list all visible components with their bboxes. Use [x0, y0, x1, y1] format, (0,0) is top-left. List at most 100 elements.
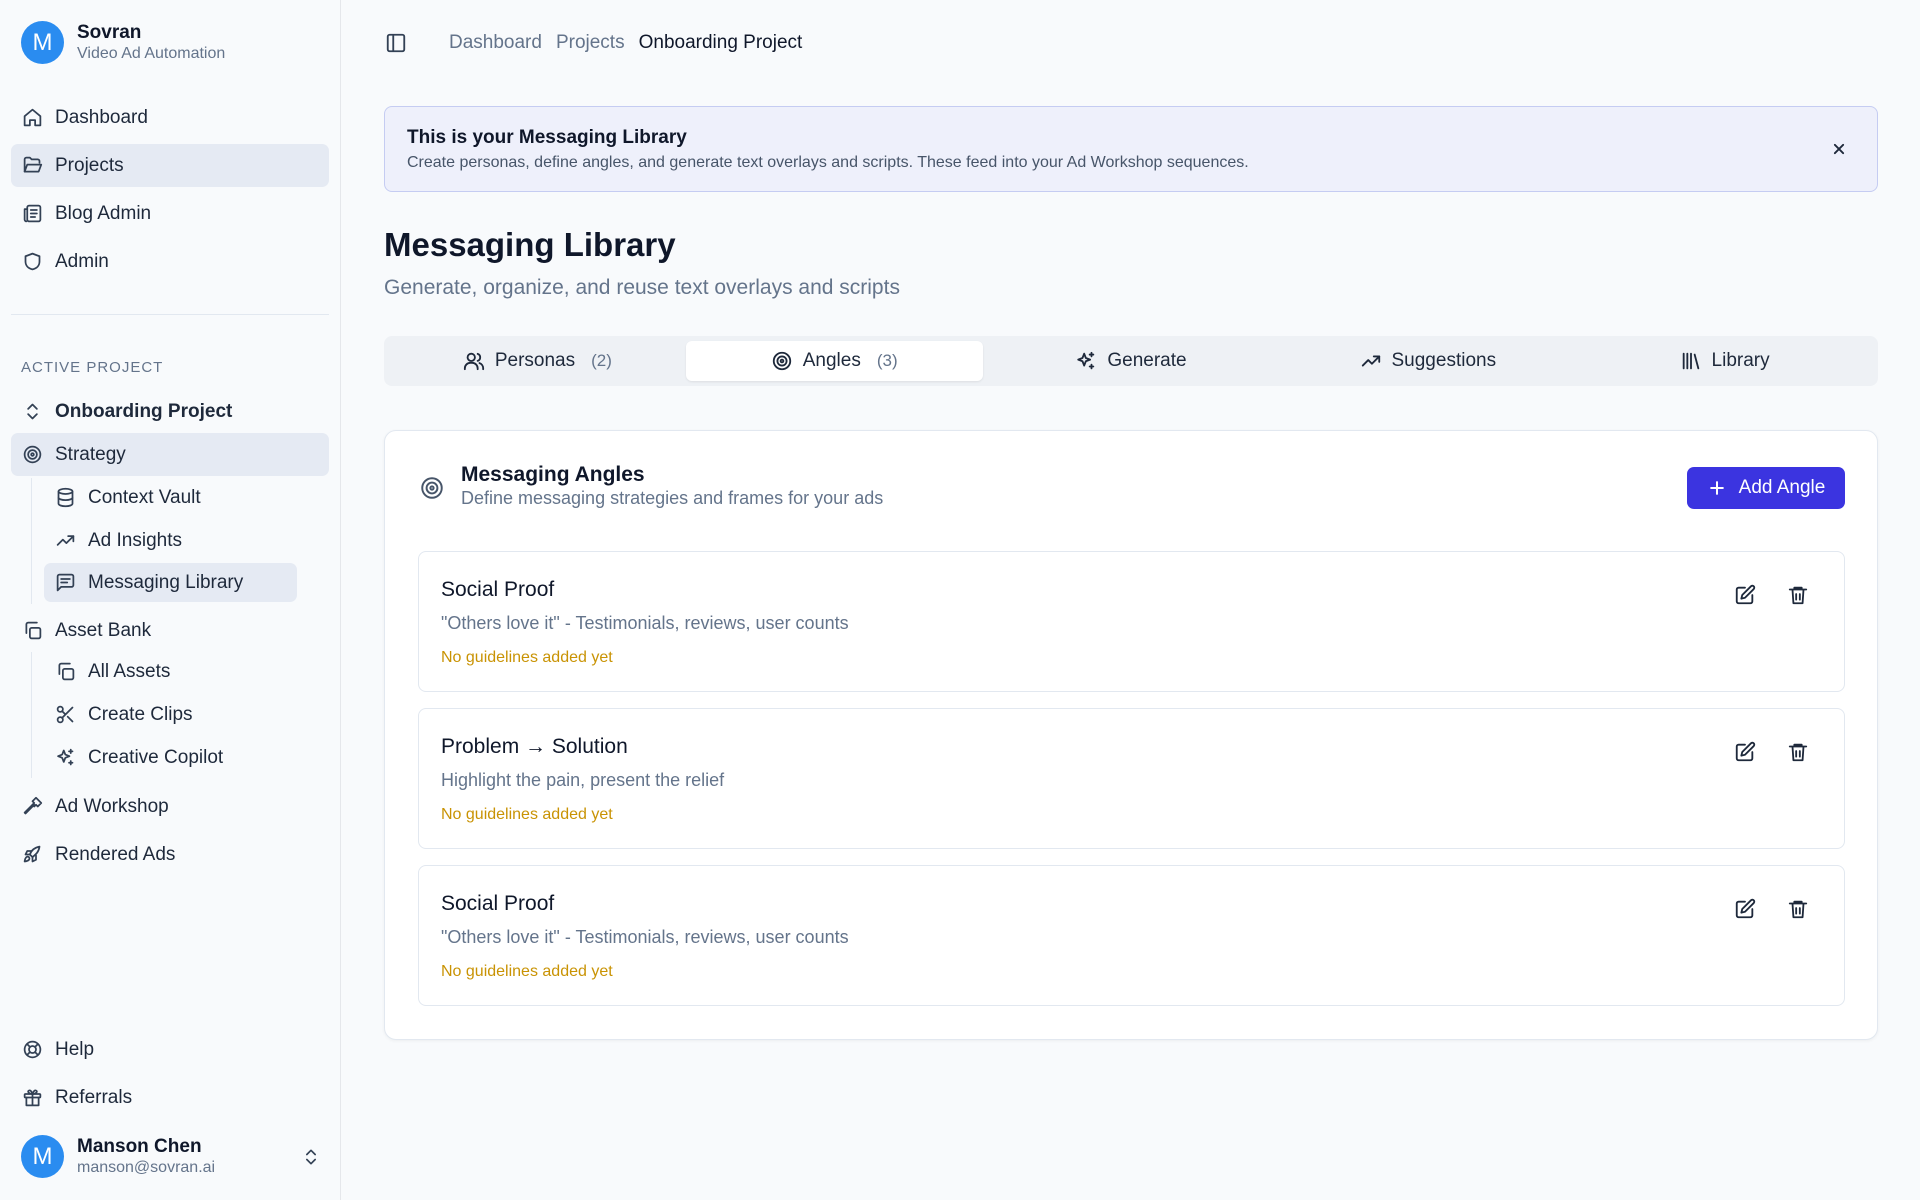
target-icon [771, 350, 793, 372]
trash-icon[interactable] [1787, 898, 1809, 920]
sidebar-item-rendered-ads[interactable]: Rendered Ads [11, 833, 329, 876]
project-name: Onboarding Project [55, 400, 233, 422]
breadcrumb-projects[interactable]: Projects [556, 32, 625, 54]
user-menu[interactable]: M Manson Chen manson@sovran.ai [21, 1135, 321, 1178]
sidebar-item-label: All Assets [88, 660, 171, 682]
banner-title: This is your Messaging Library [407, 127, 687, 148]
target-icon [22, 444, 43, 465]
sidebar-item-create-clips[interactable]: Create Clips [44, 695, 297, 734]
close-icon[interactable] [1829, 139, 1849, 159]
tab-generate[interactable]: Generate [983, 341, 1280, 381]
sidebar-item-label: Messaging Library [88, 571, 244, 593]
edit-icon[interactable] [1734, 584, 1756, 606]
sidebar-item-label: Create Clips [88, 703, 193, 725]
tab-angles[interactable]: Angles (3) [685, 341, 983, 381]
angle-name: Social Proof [441, 892, 555, 915]
copy-icon [22, 620, 43, 641]
banner-description: Create personas, define angles, and gene… [407, 154, 1249, 171]
angle-item: Social Proof "Others love it" - Testimon… [418, 551, 1845, 692]
tab-count: (3) [876, 351, 898, 370]
newspaper-icon [22, 203, 43, 224]
edit-icon[interactable] [1734, 741, 1756, 763]
rocket-icon [22, 844, 43, 865]
sidebar-item-referrals[interactable]: Referrals [11, 1076, 329, 1119]
tab-library[interactable]: Library [1576, 341, 1873, 381]
hammer-icon [22, 796, 43, 817]
angle-name: Problem → Solution [441, 735, 628, 758]
sparkles-icon [1075, 350, 1097, 372]
database-icon [55, 487, 76, 508]
sidebar-item-asset-bank[interactable]: Asset Bank [11, 609, 329, 652]
project-switcher[interactable]: Onboarding Project [11, 390, 329, 433]
brand-avatar: M [21, 21, 64, 64]
sidebar-item-label: Help [55, 1038, 95, 1060]
angle-name: Social Proof [441, 578, 555, 601]
tab-suggestions[interactable]: Suggestions [1279, 341, 1576, 381]
trending-up-icon [1360, 350, 1382, 372]
sidebar-item-admin[interactable]: Admin [11, 240, 329, 283]
sidebar: M Sovran Video Ad Automation Dashboard P… [0, 0, 341, 1200]
folder-open-icon [22, 155, 43, 176]
scissors-icon [55, 704, 76, 725]
shield-icon [22, 251, 43, 272]
sidebar-item-label: Referrals [55, 1086, 133, 1108]
sidebar-item-projects[interactable]: Projects [11, 144, 329, 187]
user-avatar: M [21, 1135, 64, 1178]
sidebar-item-help[interactable]: Help [11, 1028, 329, 1071]
chevrons-up-down-icon [301, 1147, 321, 1167]
add-angle-label: Add Angle [1738, 477, 1826, 498]
card-subtitle: Define messaging strategies and frames f… [461, 488, 884, 508]
sidebar-item-ad-workshop[interactable]: Ad Workshop [11, 785, 329, 828]
trash-icon[interactable] [1787, 741, 1809, 763]
card-title: Messaging Angles [461, 463, 645, 486]
info-banner: This is your Messaging Library Create pe… [384, 106, 1878, 192]
tree-line [31, 478, 32, 604]
user-email: manson@sovran.ai [77, 1158, 216, 1176]
user-name: Manson Chen [77, 1135, 202, 1157]
trending-up-icon [55, 530, 76, 551]
gift-icon [22, 1087, 43, 1108]
brand[interactable]: M Sovran Video Ad Automation [21, 21, 225, 64]
angle-description: "Others love it" - Testimonials, reviews… [441, 613, 849, 633]
sparkles-icon [55, 747, 76, 768]
add-angle-button[interactable]: Add Angle [1687, 467, 1845, 509]
angle-item: Social Proof "Others love it" - Testimon… [418, 865, 1845, 1006]
trash-icon[interactable] [1787, 584, 1809, 606]
messaging-angles-card: Messaging Angles Define messaging strate… [384, 430, 1878, 1040]
breadcrumb-dashboard[interactable]: Dashboard [449, 32, 542, 54]
breadcrumb: Dashboard Projects Onboarding Project [449, 32, 816, 54]
sidebar-item-all-assets[interactable]: All Assets [44, 652, 297, 691]
sidebar-item-dashboard[interactable]: Dashboard [11, 96, 329, 139]
sidebar-item-label: Strategy [55, 443, 126, 465]
message-square-text-icon [55, 572, 76, 593]
sidebar-item-label: Ad Workshop [55, 795, 169, 817]
page-title: Messaging Library [384, 226, 676, 263]
sidebar-item-creative-copilot[interactable]: Creative Copilot [44, 738, 297, 777]
sidebar-item-label: Projects [55, 154, 124, 176]
sidebar-item-label: Admin [55, 250, 109, 272]
angle-item: Problem → Solution Highlight the pain, p… [418, 708, 1845, 849]
sidebar-item-label: Rendered Ads [55, 843, 176, 865]
sidebar-item-context-vault[interactable]: Context Vault [44, 478, 297, 517]
tree-line [31, 652, 32, 778]
sidebar-toggle-icon[interactable] [385, 32, 407, 54]
home-icon [22, 107, 43, 128]
sidebar-item-label: Creative Copilot [88, 746, 224, 768]
sidebar-item-ad-insights[interactable]: Ad Insights [44, 521, 297, 560]
tab-personas[interactable]: Personas (2) [389, 341, 686, 381]
active-project-label: ACTIVE PROJECT [21, 359, 164, 376]
edit-icon[interactable] [1734, 898, 1756, 920]
angle-guidelines-note: No guidelines added yet [441, 649, 613, 666]
sidebar-item-blog-admin[interactable]: Blog Admin [11, 192, 329, 235]
copy-icon [55, 661, 76, 682]
angle-description: "Others love it" - Testimonials, reviews… [441, 927, 849, 947]
sidebar-item-label: Ad Insights [88, 529, 182, 551]
sidebar-item-strategy[interactable]: Strategy [11, 433, 329, 476]
chevrons-up-down-icon [22, 401, 43, 422]
sidebar-divider [11, 314, 329, 315]
tab-label: Angles [802, 350, 861, 371]
tab-label: Suggestions [1391, 350, 1497, 371]
angle-guidelines-note: No guidelines added yet [441, 806, 613, 823]
angle-guidelines-note: No guidelines added yet [441, 963, 613, 980]
sidebar-item-messaging-library[interactable]: Messaging Library [44, 563, 297, 602]
